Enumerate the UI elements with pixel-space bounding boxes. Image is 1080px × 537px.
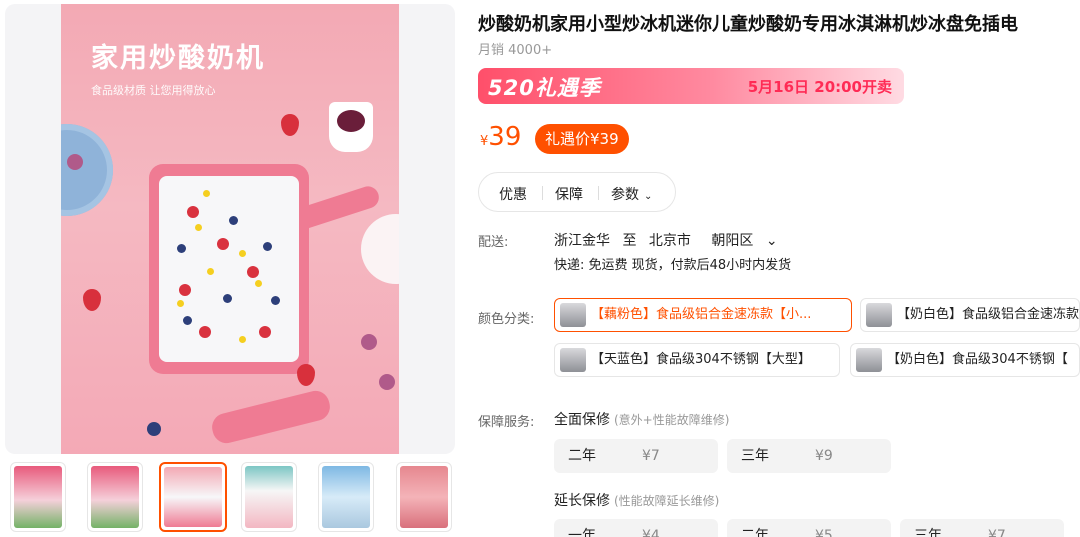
- tab-guarantee[interactable]: 保障: [555, 184, 583, 204]
- thumbnail-4[interactable]: [241, 462, 297, 532]
- full-warranty-heading: 全面保修 (意外+性能故障维修): [554, 409, 729, 429]
- full-warranty-title: 全面保修: [554, 412, 610, 428]
- blueberry-illustration: [147, 422, 161, 436]
- chevron-down-icon: ⌄: [644, 191, 653, 202]
- color-swatch: [560, 348, 586, 372]
- full-warranty-option[interactable]: 二年 ¥7: [554, 439, 718, 473]
- ship-from: 浙江金华: [554, 233, 610, 249]
- color-option-label: 【天蓝色】食品级304不锈钢【大型】: [591, 352, 811, 367]
- thumbnail-strip: [10, 462, 455, 534]
- flower-illustration: [67, 154, 83, 170]
- chevron-down-icon: ⌄: [765, 233, 778, 249]
- warranty-price: ¥5: [815, 528, 833, 537]
- ship-to-word: 至: [622, 233, 637, 249]
- color-option-1[interactable]: 【藕粉色】食品级铝合金速冻款【小...: [554, 298, 852, 332]
- gift-price-badge: 礼遇价¥39: [535, 124, 629, 154]
- color-option-4[interactable]: 【奶白色】食品级304不锈钢【: [850, 343, 1080, 377]
- main-product-image[interactable]: 家用炒酸奶机 食品级材质 让您用得放心: [61, 4, 399, 454]
- thumbnail-5[interactable]: [318, 462, 374, 532]
- warranty-price: ¥7: [642, 448, 660, 464]
- monthly-sales: 月销 4000+: [478, 43, 553, 58]
- extended-warranty-heading: 延长保修 (性能故障延长维修): [554, 490, 719, 510]
- thumbnail-2[interactable]: [87, 462, 143, 532]
- color-label: 颜色分类:: [478, 312, 535, 327]
- thumbnail-3[interactable]: [159, 462, 227, 532]
- warranty-years: 二年: [568, 448, 596, 464]
- flower-illustration: [361, 334, 377, 350]
- product-info: 炒酸奶机家用小型炒冰机迷你儿童炒酸奶专用冰淇淋机炒冰盘免插电 月销 4000+ …: [478, 0, 1080, 537]
- tab-divider: [542, 186, 543, 200]
- strawberry-illustration: [281, 114, 299, 136]
- white-plate-illustration: [361, 214, 399, 284]
- tab-params-label: 参数: [611, 187, 639, 203]
- color-option-label: 【奶白色】食品级铝合金速冻款: [897, 307, 1080, 322]
- ship-district: 朝阳区: [711, 233, 754, 249]
- promo-logo: 520礼遇季: [488, 76, 601, 100]
- extended-warranty-option[interactable]: 三年 ¥7: [900, 519, 1064, 537]
- price: ¥39: [480, 122, 521, 152]
- color-swatch: [866, 303, 892, 327]
- ship-city: 北京市: [648, 233, 691, 249]
- color-option-3[interactable]: 【天蓝色】食品级304不锈钢【大型】: [554, 343, 840, 377]
- tab-discount[interactable]: 优惠: [499, 184, 527, 204]
- tray-surface: [159, 176, 299, 362]
- extended-warranty-option[interactable]: 二年 ¥5: [727, 519, 891, 537]
- warranty-price: ¥9: [815, 448, 833, 464]
- strawberry-illustration: [297, 364, 315, 386]
- warranty-price: ¥7: [988, 528, 1006, 537]
- warranty-years: 三年: [741, 448, 769, 464]
- image-gallery: 家用炒酸奶机 食品级材质 让您用得放心: [0, 0, 460, 537]
- warranty-price: ¥4: [642, 528, 660, 537]
- extended-warranty-title: 延长保修: [554, 493, 610, 509]
- promo-start-time: 5月16日 20:00开卖: [747, 78, 892, 96]
- color-option-2[interactable]: 【奶白色】食品级铝合金速冻款: [860, 298, 1080, 332]
- tab-params[interactable]: 参数 ⌄: [611, 184, 652, 204]
- thumbnail-6[interactable]: [396, 462, 452, 532]
- full-warranty-subtitle: (意外+性能故障维修): [614, 413, 730, 427]
- product-page: 家用炒酸奶机 食品级材质 让您用得放心 炒酸奶机家用小型炒冰机迷你儿童炒酸奶专用…: [0, 0, 1080, 537]
- thumbnail-1[interactable]: [10, 462, 66, 532]
- main-image-frame[interactable]: 家用炒酸奶机 食品级材质 让您用得放心: [5, 4, 455, 454]
- promo-banner[interactable]: 520礼遇季 5月16日 20:00开卖: [478, 68, 904, 104]
- shipping-address[interactable]: 浙江金华 至 北京市 朝阳区 ⌄: [554, 230, 786, 250]
- extended-warranty-subtitle: (性能故障延长维修): [614, 494, 720, 508]
- info-tabs: 优惠 保障 参数 ⌄: [478, 172, 676, 212]
- jam-cup-illustration: [329, 102, 373, 152]
- shipping-label: 配送:: [478, 235, 509, 250]
- warranty-years: 一年: [568, 528, 596, 537]
- color-swatch: [560, 303, 586, 327]
- shipping-note: 快递: 免运费 现货，付款后48小时内发货: [554, 258, 792, 273]
- flower-illustration: [379, 374, 395, 390]
- ice-tray-illustration: [149, 164, 309, 374]
- warranty-years: 三年: [914, 528, 942, 537]
- product-title: 炒酸奶机家用小型炒冰机迷你儿童炒酸奶专用冰淇淋机炒冰盘免插电: [478, 14, 1018, 35]
- strawberry-illustration: [83, 289, 101, 311]
- extended-warranty-option[interactable]: 一年 ¥4: [554, 519, 718, 537]
- hero-subtitle: 食品级材质 让您用得放心: [91, 84, 216, 97]
- full-warranty-option[interactable]: 三年 ¥9: [727, 439, 891, 473]
- color-option-label: 【奶白色】食品级304不锈钢【: [887, 352, 1068, 367]
- services-label: 保障服务:: [478, 415, 535, 430]
- spatula-illustration: [209, 387, 333, 447]
- color-swatch: [856, 348, 882, 372]
- price-value: 39: [488, 122, 522, 152]
- color-option-label: 【藕粉色】食品级铝合金速冻款【小...: [591, 307, 812, 322]
- hero-title: 家用炒酸奶机: [91, 43, 265, 74]
- warranty-years: 二年: [741, 528, 769, 537]
- tab-divider: [598, 186, 599, 200]
- blue-plate-illustration: [61, 124, 113, 216]
